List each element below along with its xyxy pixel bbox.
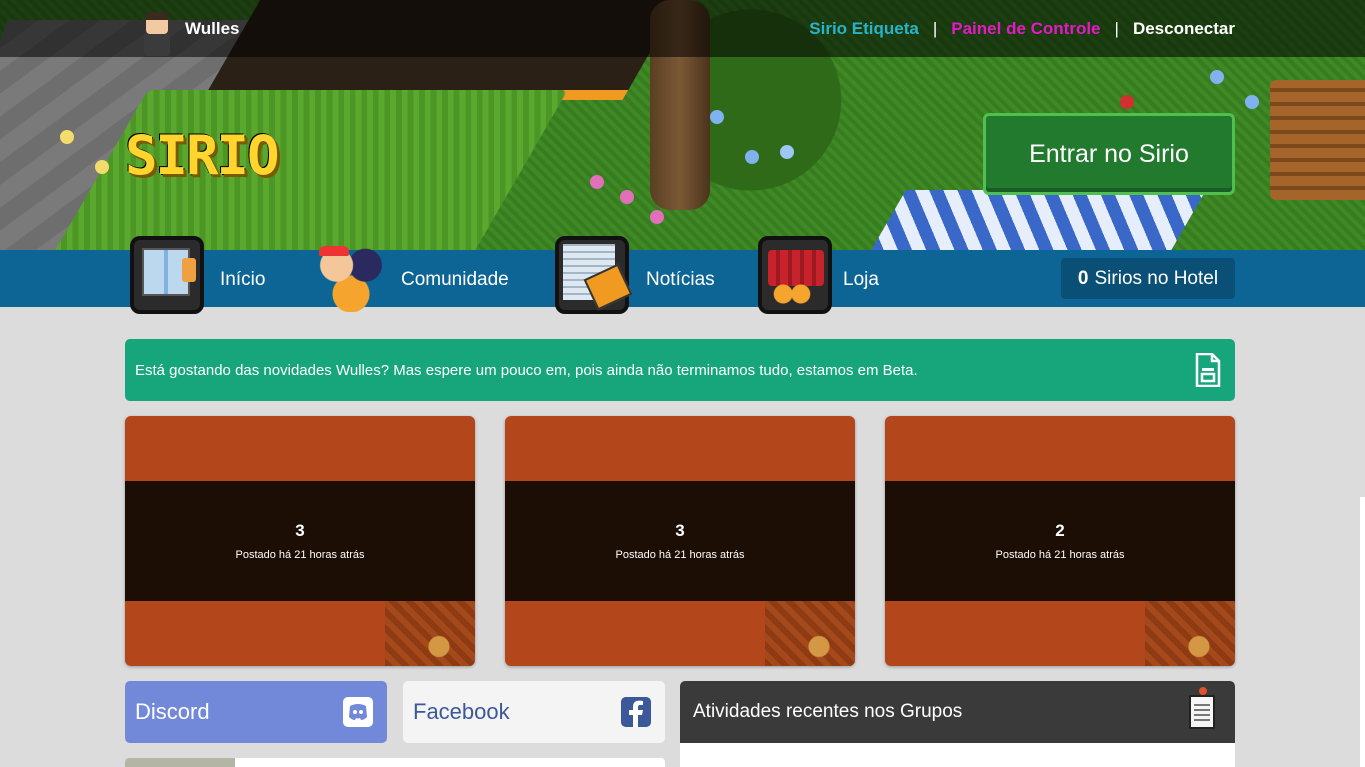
nav-item-label: Comunidade bbox=[401, 269, 509, 290]
news-card-art bbox=[1145, 601, 1235, 666]
top-links: Sirio Etiqueta | Painel de Controle | De… bbox=[809, 19, 1235, 39]
control-panel-link[interactable]: Painel de Controle bbox=[951, 19, 1100, 39]
news-card[interactable]: 3 Postado há 21 horas atrás bbox=[125, 416, 475, 666]
facebook-button[interactable]: Facebook bbox=[403, 681, 665, 743]
hero-picnic-blanket bbox=[854, 190, 1206, 250]
news-date: Postado há 21 horas atrás bbox=[995, 549, 1125, 561]
facebook-icon bbox=[621, 697, 651, 727]
news-card-band: 2 Postado há 21 horas atrás bbox=[885, 481, 1235, 601]
link-separator: | bbox=[1114, 19, 1119, 38]
group-activities-title: Atividades recentes nos Grupos bbox=[693, 701, 963, 722]
online-label: Sirios no Hotel bbox=[1094, 267, 1219, 289]
page-edge bbox=[1360, 497, 1365, 767]
news-card-art bbox=[765, 601, 855, 666]
link-separator: | bbox=[932, 19, 938, 38]
user-avatar[interactable] bbox=[140, 6, 174, 58]
nav-item-label: Início bbox=[220, 269, 266, 290]
discord-icon bbox=[343, 697, 373, 727]
discord-label: Discord bbox=[135, 699, 210, 724]
facebook-label: Facebook bbox=[413, 699, 510, 724]
nav-item-label: Notícias bbox=[646, 269, 715, 290]
online-count-badge: 0 Sirios no Hotel bbox=[1061, 258, 1235, 299]
newspaper-icon bbox=[555, 236, 629, 314]
online-count: 0 bbox=[1077, 267, 1089, 289]
news-date: Postado há 21 horas atrás bbox=[615, 549, 745, 561]
beta-alert: Está gostando das novidades Wulles? Mas … bbox=[125, 339, 1235, 401]
news-card[interactable]: 3 Postado há 21 horas atrás bbox=[505, 416, 855, 666]
news-card[interactable]: 2 Postado há 21 horas atrás bbox=[885, 416, 1235, 666]
alert-message: Está gostando das novidades Wulles? Mas … bbox=[135, 361, 918, 379]
news-card-band: 3 Postado há 21 horas atrás bbox=[505, 481, 855, 601]
bottom-panel bbox=[125, 758, 665, 767]
hero-banner: Wulles Sirio Etiqueta | Painel de Contro… bbox=[0, 0, 1365, 250]
news-card-band: 3 Postado há 21 horas atrás bbox=[125, 481, 475, 601]
document-icon bbox=[1195, 353, 1221, 387]
top-bar: Wulles Sirio Etiqueta | Painel de Contro… bbox=[0, 0, 1365, 57]
group-activities-panel: Atividades recentes nos Grupos bbox=[680, 681, 1235, 767]
group-activities-header: Atividades recentes nos Grupos bbox=[680, 681, 1235, 743]
notice-board-icon bbox=[1189, 687, 1215, 729]
news-title: 3 bbox=[295, 521, 305, 540]
hero-bench bbox=[1270, 80, 1365, 200]
news-date: Postado há 21 horas atrás bbox=[235, 549, 365, 561]
username-label[interactable]: Wulles bbox=[185, 19, 239, 39]
sirio-logo[interactable]: SIRIO bbox=[125, 124, 280, 187]
nav-item-label: Loja bbox=[843, 269, 879, 290]
main-nav: Início Comunidade Notícias Loja 0 Sirios… bbox=[0, 236, 1365, 314]
enter-hotel-button[interactable]: Entrar no Sirio bbox=[983, 113, 1235, 195]
news-card-art bbox=[385, 601, 475, 666]
news-title: 2 bbox=[1055, 521, 1065, 540]
logout-link[interactable]: Desconectar bbox=[1133, 19, 1235, 39]
etiqueta-link[interactable]: Sirio Etiqueta bbox=[809, 19, 919, 39]
news-title: 3 bbox=[675, 521, 685, 540]
community-icon bbox=[315, 240, 387, 312]
shop-basket-icon bbox=[758, 236, 832, 314]
elevator-icon bbox=[130, 236, 204, 314]
discord-button[interactable]: Discord bbox=[125, 681, 387, 743]
